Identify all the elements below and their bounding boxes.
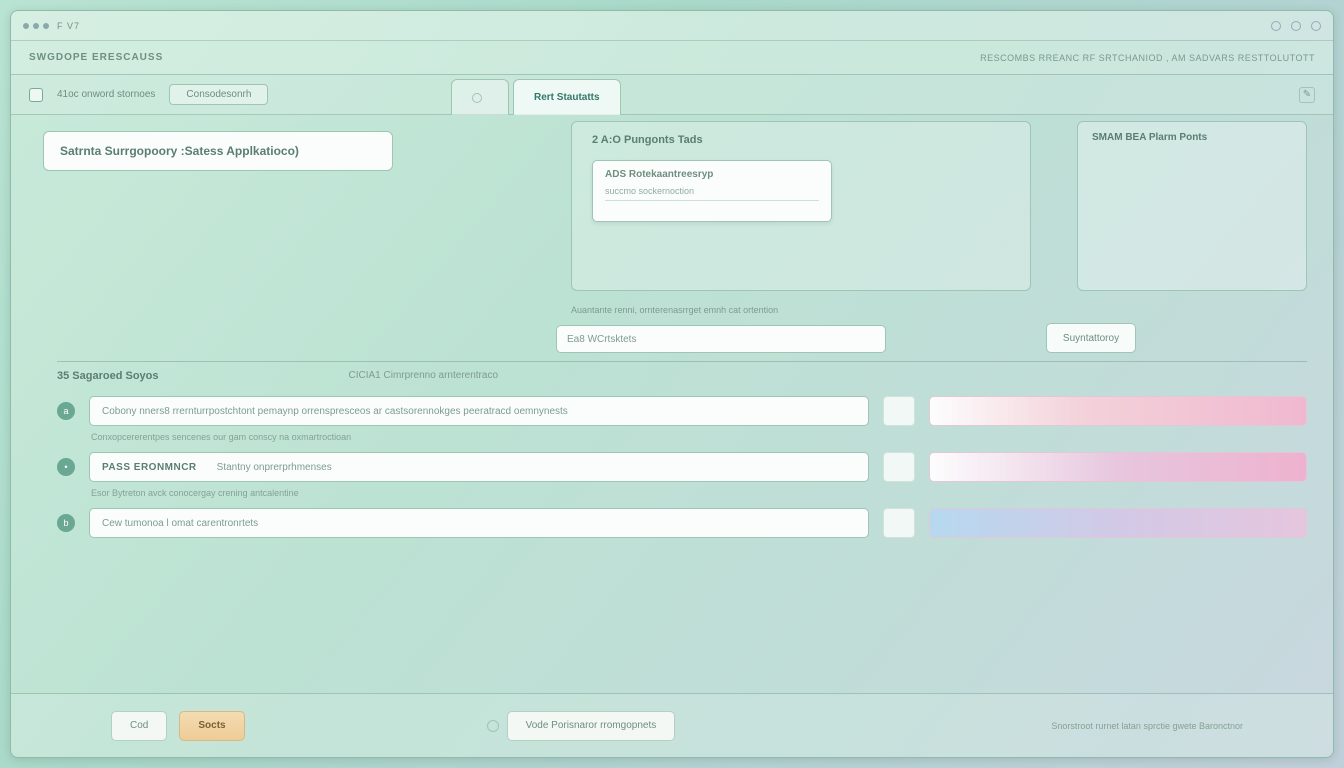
center-panel: 2 A:O Pungonts Tads ADS Rotekaantreesryp… [571, 121, 1031, 291]
edit-icon[interactable]: ✎ [1299, 87, 1315, 103]
step-subtext: Conxopcererentpes sencenes our gam consc… [91, 432, 1307, 442]
step-input-1[interactable]: Cobony nners8 rrernturrpostchtont pemayn… [89, 396, 869, 426]
tabset: Rert Stautatts [451, 79, 621, 115]
dropdown-card[interactable]: ADS Rotekaantreesryp succmo sockernoctio… [592, 160, 832, 222]
application-title: Satrnta Surrgopoory :Satess Applkatioco) [60, 144, 299, 158]
step-row: • PASS ERONMNCR Stantny onprerprhmenses [57, 452, 1307, 482]
side-panel: SMAM BEA Plarm Ponts [1077, 121, 1307, 291]
breadcrumb-left: SWGDOPE ERESCAUSS [29, 52, 163, 63]
count-label: 41oc onword stornoes [57, 89, 155, 100]
step-row: b Cew tumonoa l omat carentronrtets [57, 508, 1307, 538]
window-close-button[interactable] [1311, 21, 1321, 31]
application-title-box[interactable]: Satrnta Surrgopoory :Satess Applkatioco) [43, 131, 393, 171]
tb-dot [43, 23, 49, 29]
side-panel-title: SMAM BEA Plarm Ponts [1092, 132, 1292, 143]
progress-bar-1[interactable] [929, 396, 1307, 426]
tab-statistics[interactable]: Rert Stautatts [513, 79, 621, 115]
section-heading: 35 Sagaroed Soyos [57, 370, 159, 382]
mid-caption: Auantante renni, ornterenasrrget emnh ca… [571, 305, 778, 315]
subcategory-label: Suyntattoroy [1063, 333, 1119, 344]
cancel-button[interactable]: Cod [111, 711, 167, 741]
step-badge: b [57, 514, 75, 532]
step-input-2[interactable]: PASS ERONMNCR Stantny onprerprhmenses [89, 452, 869, 482]
subcategory-button[interactable]: Suyntattoroy [1046, 323, 1136, 353]
breadcrumb-bar: SWGDOPE ERESCAUSS RESCOMBS RREANC RF SRT… [11, 41, 1333, 75]
save-button[interactable]: Socts [179, 711, 244, 741]
footer-bar: Cod Socts Vode Porisnaror rromgopnets Sn… [11, 693, 1333, 757]
center-panel-title: 2 A:O Pungonts Tads [592, 134, 1010, 146]
content-area: Satrnta Surrgopoory :Satess Applkatioco)… [11, 115, 1333, 693]
step-text: Cobony nners8 rrernturrpostchtont pemayn… [102, 406, 568, 417]
step-row: a Cobony nners8 rrernturrpostchtont pema… [57, 396, 1307, 426]
mid-input-text: Ea8 WCrtsktets [567, 334, 636, 345]
footer-mid-button[interactable]: Vode Porisnaror rromgopnets [507, 711, 676, 741]
cancel-label: Cod [130, 720, 148, 731]
save-label: Socts [198, 720, 225, 731]
step-afterbox[interactable] [883, 508, 915, 538]
category-pill[interactable]: Consodesonrh [169, 84, 268, 105]
footer-right-text: Snorstroot rurnet latan sprctie gwete Ba… [1051, 721, 1243, 731]
step-badge: a [57, 402, 75, 420]
step-afterbox[interactable] [883, 396, 915, 426]
tab-circle-icon [472, 93, 482, 103]
dropdown-line1: ADS Rotekaantreesryp [605, 169, 819, 180]
titlebar-text: F V7 [57, 21, 80, 31]
step-lead: PASS ERONMNCR [102, 462, 197, 473]
breadcrumb-right: RESCOMBS RREANC RF SRTCHANIOD , AM SADVA… [980, 53, 1315, 63]
window-maximize-button[interactable] [1291, 21, 1301, 31]
footer-mid-label: Vode Porisnaror rromgopnets [526, 720, 657, 731]
progress-bar-2[interactable] [929, 452, 1307, 482]
select-all-checkbox[interactable] [29, 88, 43, 102]
tb-dot [33, 23, 39, 29]
step-afterbox[interactable] [883, 452, 915, 482]
step-badge: • [57, 458, 75, 476]
radio-icon[interactable] [487, 720, 499, 732]
step-subtext: Esor Bytreton avck conocergay crening an… [91, 488, 1307, 498]
tab-label: Rert Stautatts [534, 92, 600, 103]
step-text: Cew tumonoa l omat carentronrtets [102, 518, 258, 529]
app-window: F V7 SWGDOPE ERESCAUSS RESCOMBS RREANC R… [10, 10, 1334, 758]
section-subheading: CICIA1 Cimrprenno arnterentraco [349, 370, 499, 382]
title-bar: F V7 [11, 11, 1333, 41]
step-input-3[interactable]: Cew tumonoa l omat carentronrtets [89, 508, 869, 538]
tb-dot [23, 23, 29, 29]
dropdown-line2: succmo sockernoction [605, 186, 819, 201]
window-minimize-button[interactable] [1271, 21, 1281, 31]
toolbar: 41oc onword stornoes Consodesonrh Rert S… [11, 75, 1333, 115]
step-text: Stantny onprerprhmenses [217, 462, 332, 473]
footer-mid: Vode Porisnaror rromgopnets [487, 711, 676, 741]
progress-bar-3[interactable] [929, 508, 1307, 538]
tab-blank[interactable] [451, 79, 509, 115]
mid-input[interactable]: Ea8 WCrtsktets [556, 325, 886, 353]
steps-section: 35 Sagaroed Soyos CICIA1 Cimrprenno arnt… [57, 361, 1307, 544]
